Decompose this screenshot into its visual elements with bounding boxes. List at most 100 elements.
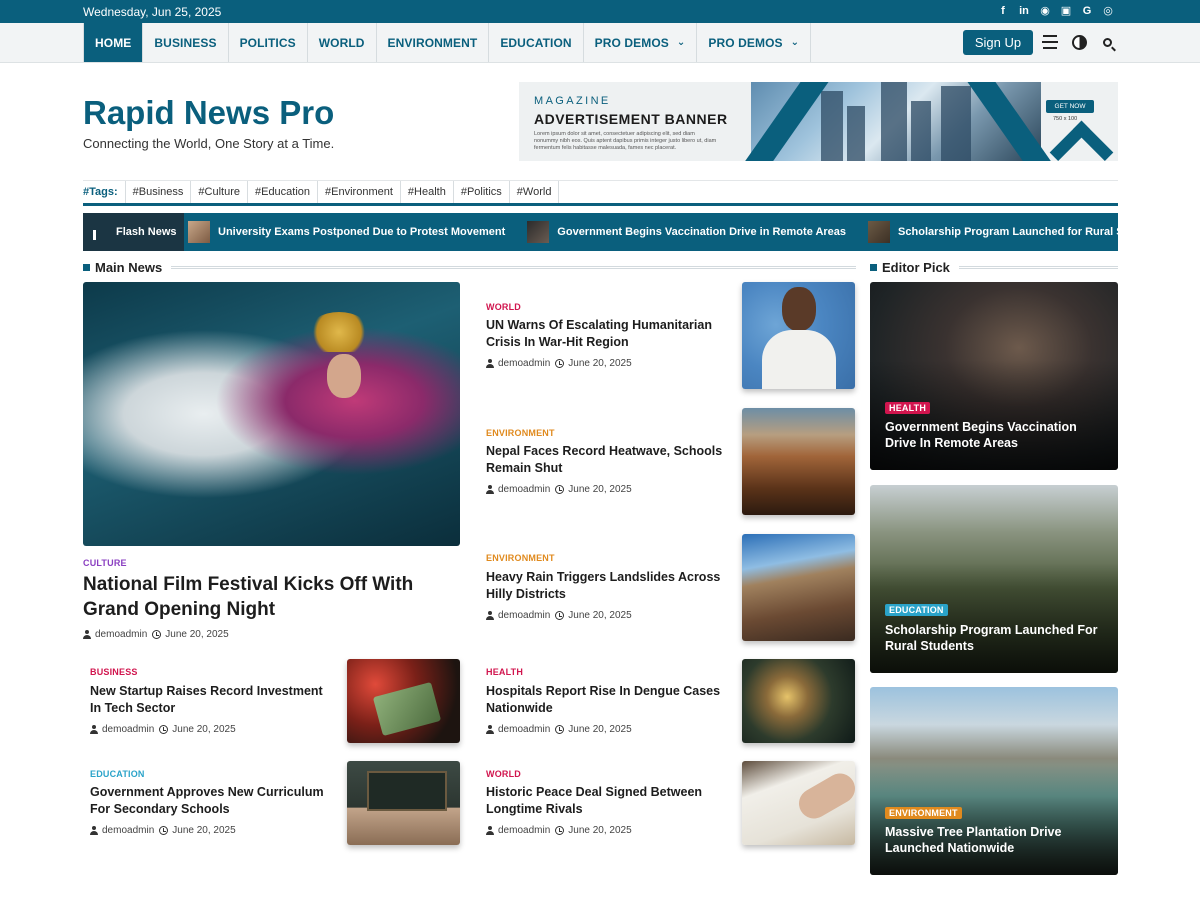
tag-link[interactable]: #Education [246,181,317,203]
menu-icon[interactable] [1041,33,1059,51]
ad-banner-title: ADVERTISEMENT BANNER [534,111,728,127]
feature-meta: demoadmin June 20, 2025 [83,629,229,640]
card-category-badge[interactable]: ENVIRONMENT [885,807,962,819]
post-thumbnail[interactable] [347,761,460,845]
post-thumbnail[interactable] [742,282,855,389]
tag-link[interactable]: #World [508,181,560,203]
tag-link[interactable]: #Politics [452,181,509,203]
nav-menu: HOME BUSINESS POLITICS WORLD ENVIRONMENT… [83,23,812,62]
top-bar: Wednesday, Jun 25, 2025 f in ◉ ▣ G ◎ [0,0,1200,23]
post-meta: demoadmin June 20, 2025 [90,724,236,735]
post-author[interactable]: demoadmin [498,484,550,495]
post-title[interactable]: Heavy Rain Triggers Landslides Across Hi… [486,569,731,603]
flash-news-ticker: Flash News University Exams Postponed Du… [83,213,1118,251]
instagram-icon[interactable]: ◎ [1102,4,1114,18]
search-icon[interactable] [1098,33,1116,51]
clock-icon [555,359,565,368]
card-title[interactable]: Government Begins Vaccination Drive In R… [885,419,1105,451]
nav-item-environment[interactable]: ENVIRONMENT [377,23,490,62]
post-category[interactable]: WORLD [486,302,521,312]
post-title[interactable]: New Startup Raises Record Investment In … [90,683,330,717]
post-category[interactable]: ENVIRONMENT [486,428,555,438]
tag-link[interactable]: #Culture [190,181,247,203]
post-title[interactable]: Government Approves New Curriculum For S… [90,784,330,818]
post-category[interactable]: ENVIRONMENT [486,553,555,563]
post-date: June 20, 2025 [568,825,632,836]
user-icon [486,611,494,620]
tag-link[interactable]: #Health [399,181,453,203]
ad-get-now-button[interactable]: GET NOW [1046,100,1094,113]
theme-toggle-icon[interactable] [1070,33,1088,51]
flash-news-item[interactable]: University Exams Postponed Due to Protes… [188,221,505,243]
nav-item-pro-demos-2[interactable]: PRO DEMOS ⌄ [697,23,812,62]
feature-category[interactable]: CULTURE [83,558,127,568]
user-icon [90,725,98,734]
advertisement-banner[interactable]: MAGAZINE ADVERTISEMENT BANNER Lorem ipsu… [519,82,1118,161]
tags-bar: #Tags: #Business #Culture #Education #En… [83,180,1118,206]
user-icon [486,826,494,835]
main-news-heading: Main News [83,260,856,275]
post-author[interactable]: demoadmin [102,724,154,735]
card-category-badge[interactable]: EDUCATION [885,604,948,616]
post-author[interactable]: demoadmin [498,724,550,735]
post-title[interactable]: Nepal Faces Record Heatwave, Schools Rem… [486,443,731,477]
editor-pick-card[interactable]: HEALTH Government Begins Vaccination Dri… [870,282,1118,470]
linkedin-icon[interactable]: in [1018,4,1030,18]
post-thumbnail[interactable] [347,659,460,743]
google-icon[interactable]: G [1081,4,1093,18]
nav-item-label: POLITICS [239,35,296,50]
ad-size-label: 750 x 100 [1053,116,1078,122]
post-category[interactable]: BUSINESS [90,667,138,677]
post-thumbnail[interactable] [742,534,855,641]
post-title[interactable]: Hospitals Report Rise In Dengue Cases Na… [486,683,731,717]
nav-item-business[interactable]: BUSINESS [143,23,229,62]
flash-news-item[interactable]: Government Begins Vaccination Drive in R… [527,221,846,243]
post-date: June 20, 2025 [172,825,236,836]
flash-news-item[interactable]: Scholarship Program Launched for Rural S… [868,221,1118,243]
card-category-badge[interactable]: HEALTH [885,402,931,414]
post-thumbnail[interactable] [742,408,855,515]
clock-icon [152,630,162,639]
clock-icon [555,826,565,835]
nav-item-world[interactable]: WORLD [308,23,377,62]
nav-item-pro-demos-1[interactable]: PRO DEMOS ⌄ [584,23,698,62]
tag-link[interactable]: #Business [124,181,191,203]
nav-item-label: PRO DEMOS [708,35,783,50]
post-category[interactable]: EDUCATION [90,769,145,779]
post-author[interactable]: demoadmin [498,825,550,836]
editor-pick-card[interactable]: EDUCATION Scholarship Program Launched F… [870,485,1118,673]
site-title[interactable]: Rapid News Pro [83,94,334,132]
post-category[interactable]: WORLD [486,769,521,779]
post-date: June 20, 2025 [172,724,236,735]
card-title[interactable]: Scholarship Program Launched For Rural S… [885,622,1105,654]
post-author[interactable]: demoadmin [498,358,550,369]
reddit-icon[interactable]: ◉ [1039,4,1051,18]
main-navigation: HOME BUSINESS POLITICS WORLD ENVIRONMENT… [0,23,1200,63]
post-author[interactable]: demoadmin [95,629,147,640]
nav-item-label: BUSINESS [154,35,217,50]
tag-link[interactable]: #Environment [317,181,400,203]
signup-button[interactable]: Sign Up [963,30,1033,55]
nav-item-politics[interactable]: POLITICS [229,23,308,62]
nav-item-label: ENVIRONMENT [387,35,478,50]
post-author[interactable]: demoadmin [102,825,154,836]
post-title[interactable]: Historic Peace Deal Signed Between Longt… [486,784,731,818]
post-date: June 20, 2025 [568,724,632,735]
post-title[interactable]: UN Warns Of Escalating Humanitarian Cris… [486,317,731,351]
post-author[interactable]: demoadmin [498,610,550,621]
post-category[interactable]: HEALTH [486,667,523,677]
post-date: June 20, 2025 [165,629,229,640]
nav-item-education[interactable]: EDUCATION [489,23,584,62]
post-meta: demoadmin June 20, 2025 [486,358,632,369]
feature-image[interactable] [83,282,460,546]
flash-news-items: University Exams Postponed Due to Protes… [188,213,1118,251]
editor-pick-card[interactable]: ENVIRONMENT Massive Tree Plantation Driv… [870,687,1118,875]
twitch-icon[interactable]: ▣ [1060,4,1072,18]
card-title[interactable]: Massive Tree Plantation Drive Launched N… [885,824,1105,856]
facebook-icon[interactable]: f [997,4,1009,18]
feature-title[interactable]: National Film Festival Kicks Off With Gr… [83,572,453,622]
nav-item-home[interactable]: HOME [84,23,144,62]
post-thumbnail[interactable] [742,761,855,845]
clock-icon [159,725,169,734]
post-thumbnail[interactable] [742,659,855,743]
